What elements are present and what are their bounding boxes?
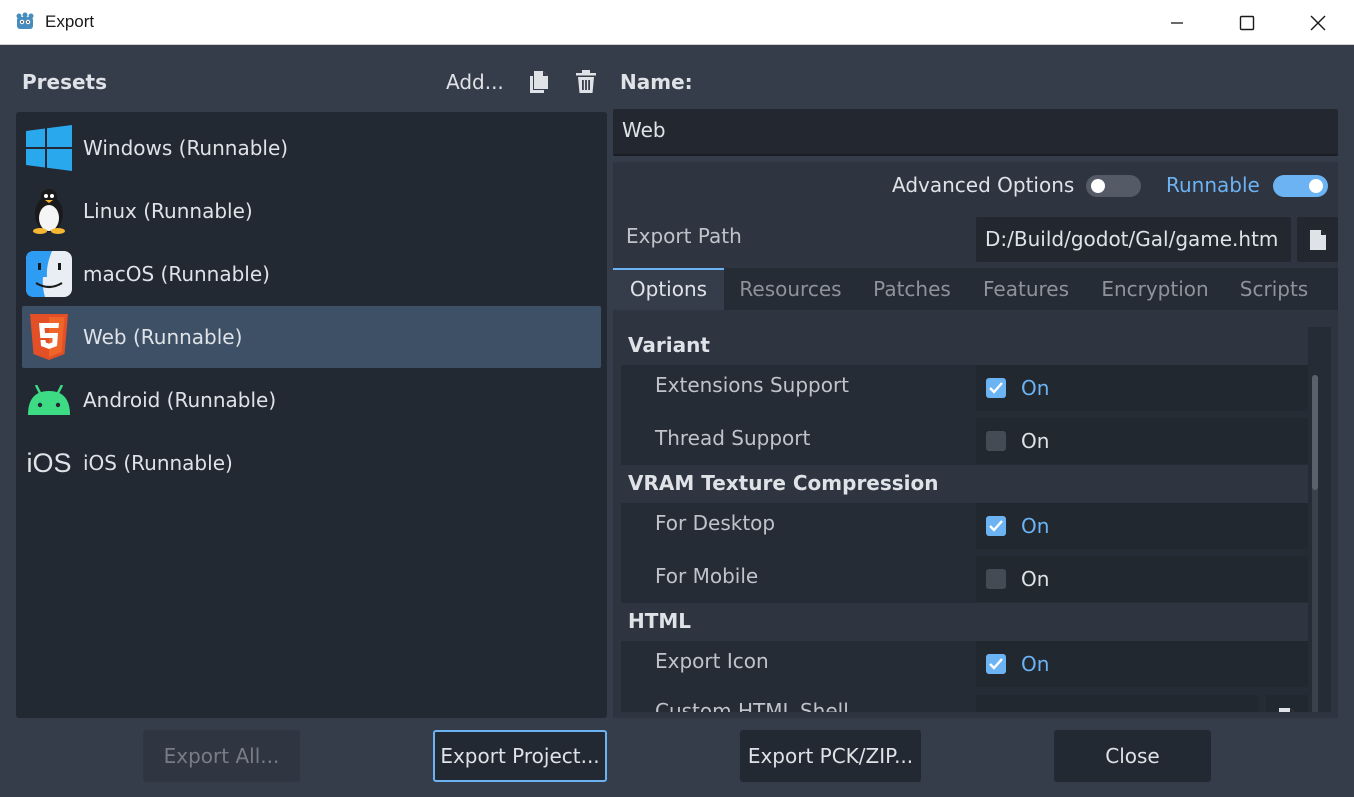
thread-support-label: Thread Support (655, 426, 811, 450)
advanced-options-toggle[interactable] (1086, 175, 1141, 197)
custom-html-shell-label: Custom HTML Shell (655, 699, 849, 712)
close-window-button[interactable] (1283, 0, 1353, 45)
export-path-label: Export Path (626, 224, 742, 248)
options-inspector: Variant Extensions Support On Thread Sup… (621, 327, 1331, 712)
preset-label: Web (Runnable) (83, 325, 243, 349)
export-project-button[interactable]: Export Project... (433, 730, 607, 782)
android-icon (24, 375, 74, 425)
add-preset-button[interactable]: Add... (446, 70, 504, 94)
preset-item-macos[interactable]: macOS (Runnable) (22, 243, 601, 305)
close-button[interactable]: Close (1054, 730, 1211, 782)
section-variant[interactable]: Variant (621, 327, 1308, 365)
linux-icon (24, 186, 74, 236)
custom-html-shell-browse-button[interactable] (1266, 695, 1308, 712)
advanced-options-label: Advanced Options (892, 173, 1075, 197)
checkbox-checked-icon (986, 378, 1006, 398)
windows-icon (24, 123, 74, 173)
minimize-icon (1171, 21, 1183, 24)
tab-resources[interactable]: Resources (724, 268, 857, 310)
preset-label: macOS (Runnable) (83, 262, 270, 286)
preset-label: Linux (Runnable) (83, 199, 253, 223)
export-icon-label: Export Icon (655, 649, 769, 673)
tab-features[interactable]: Features (967, 268, 1085, 310)
preset-item-windows[interactable]: Windows (Runnable) (22, 117, 601, 179)
preset-name-input[interactable]: Web (613, 109, 1338, 156)
minimize-button[interactable] (1142, 0, 1212, 45)
extensions-support-label: Extensions Support (655, 373, 850, 397)
preset-item-linux[interactable]: Linux (Runnable) (22, 180, 601, 242)
for-desktop-checkbox[interactable]: On (976, 503, 1308, 549)
extensions-support-checkbox[interactable]: On (976, 365, 1308, 411)
browse-path-button[interactable] (1297, 217, 1338, 262)
name-label: Name: (620, 70, 693, 94)
maximize-button[interactable] (1212, 0, 1282, 45)
preset-label: iOS (Runnable) (83, 451, 233, 475)
export-all-button[interactable]: Export All... (143, 730, 300, 782)
export-dialog: Presets Add... Windows (Runnable) Linux … (0, 45, 1354, 797)
checkbox-unchecked-icon (986, 431, 1006, 451)
preset-label: Windows (Runnable) (83, 136, 289, 160)
file-icon (1279, 708, 1294, 712)
thread-support-checkbox[interactable]: On (976, 418, 1308, 464)
macos-icon (24, 249, 74, 299)
close-icon (1310, 15, 1326, 30)
maximize-icon (1239, 15, 1255, 30)
section-vram-texture-compression[interactable]: VRAM Texture Compression (621, 465, 1308, 503)
export-path-input[interactable]: D:/Build/godot/Gal/game.htm (976, 217, 1291, 262)
preset-list: Windows (Runnable) Linux (Runnable) macO… (16, 112, 607, 718)
settings-tabbar: Options Resources Patches Features Encry… (613, 268, 1338, 310)
for-mobile-label: For Mobile (655, 564, 759, 588)
runnable-label: Runnable (1166, 173, 1260, 197)
preset-item-web[interactable]: Web (Runnable) (22, 306, 601, 368)
duplicate-preset-icon[interactable] (527, 70, 549, 94)
preset-item-android[interactable]: Android (Runnable) (22, 369, 601, 431)
file-icon (1309, 229, 1326, 250)
options-scrollbar[interactable] (1312, 375, 1318, 712)
preset-label: Android (Runnable) (83, 388, 277, 412)
toggle-knob (1091, 179, 1105, 193)
scrollbar-thumb[interactable] (1312, 375, 1318, 490)
html5-icon (24, 312, 74, 362)
checkbox-unchecked-icon (986, 569, 1006, 589)
preset-item-ios[interactable]: iOS iOS (Runnable) (22, 432, 601, 494)
for-mobile-checkbox[interactable]: On (976, 556, 1308, 602)
export-pck-zip-button[interactable]: Export PCK/ZIP... (740, 730, 921, 782)
toggle-knob (1309, 179, 1323, 193)
tab-encryption[interactable]: Encryption (1085, 268, 1225, 310)
checkbox-checked-icon (986, 654, 1006, 674)
delete-preset-icon[interactable] (575, 70, 597, 94)
tab-patches[interactable]: Patches (857, 268, 967, 310)
for-desktop-label: For Desktop (655, 511, 776, 535)
ios-icon: iOS (26, 447, 72, 478)
checkbox-checked-icon (986, 516, 1006, 536)
window-title: Export (45, 12, 95, 31)
runnable-toggle[interactable] (1273, 175, 1328, 197)
tab-options[interactable]: Options (613, 268, 724, 310)
export-icon-checkbox[interactable]: On (976, 641, 1308, 687)
section-html[interactable]: HTML (621, 603, 1308, 641)
tab-scripts[interactable]: Scripts (1225, 268, 1323, 310)
godot-logo-icon (16, 12, 34, 29)
presets-heading: Presets (22, 70, 108, 94)
window-title-bar: Export (0, 0, 1354, 45)
custom-html-shell-input[interactable] (976, 695, 1259, 712)
